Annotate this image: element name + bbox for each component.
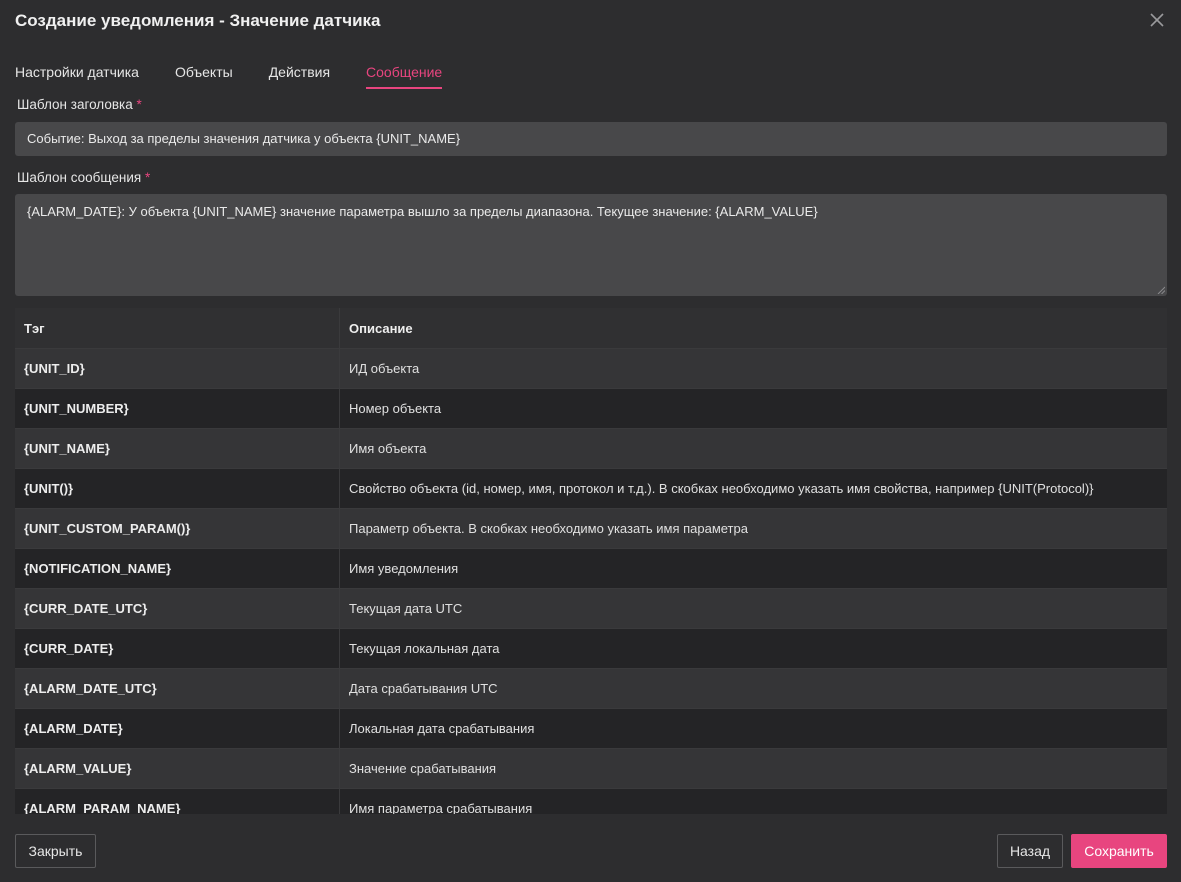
close-button[interactable]: Закрыть xyxy=(15,834,96,868)
description-cell: Значение срабатывания xyxy=(339,748,1167,789)
tag-cell: {ALARM_DATE_UTC} xyxy=(15,668,340,709)
subject-template-label: Шаблон заголовка * xyxy=(17,97,142,112)
close-icon-glyph xyxy=(1150,13,1164,27)
tag-cell: {UNIT_NAME} xyxy=(15,428,340,469)
tag-cell: {ALARM_PARAM_NAME} xyxy=(15,788,340,814)
message-template-text: {ALARM_DATE}: У объекта {UNIT_NAME} знач… xyxy=(27,204,818,219)
tag-cell: {CURR_DATE_UTC} xyxy=(15,588,340,629)
table-row[interactable]: {CURR_DATE} Текущая локальная дата xyxy=(15,628,1167,669)
message-template-label: Шаблон сообщения * xyxy=(17,170,150,185)
table-row[interactable]: {UNIT_NUMBER} Номер объекта xyxy=(15,388,1167,429)
description-cell: Свойство объекта (id, номер, имя, проток… xyxy=(339,468,1167,509)
table-row[interactable]: {CURR_DATE_UTC} Текущая дата UTC xyxy=(15,588,1167,629)
tags-table-grid: Тэг Описание {UNIT_ID} ИД объекта {UNIT_… xyxy=(15,308,1167,814)
description-cell: Номер объекта xyxy=(339,388,1167,429)
required-mark: * xyxy=(136,97,142,112)
tab-objects[interactable]: Объекты xyxy=(175,62,233,87)
table-row[interactable]: {ALARM_PARAM_NAME} Имя параметра срабаты… xyxy=(15,788,1167,814)
tag-cell: {UNIT_NUMBER} xyxy=(15,388,340,429)
tag-cell: {ALARM_VALUE} xyxy=(15,748,340,789)
table-row[interactable]: {UNIT_CUSTOM_PARAM()} Параметр объекта. … xyxy=(15,508,1167,549)
tag-cell: {CURR_DATE} xyxy=(15,628,340,669)
description-cell: Текущая дата UTC xyxy=(339,588,1167,629)
table-row[interactable]: {NOTIFICATION_NAME} Имя уведомления xyxy=(15,548,1167,589)
tag-cell: {ALARM_DATE} xyxy=(15,708,340,749)
tag-cell: {UNIT_CUSTOM_PARAM()} xyxy=(15,508,340,549)
tab-sensor-settings[interactable]: Настройки датчика xyxy=(15,62,139,87)
notification-dialog: Создание уведомления - Значение датчика … xyxy=(0,0,1181,882)
description-cell: Имя уведомления xyxy=(339,548,1167,589)
resize-grip-icon[interactable] xyxy=(1157,286,1165,294)
column-header-description: Описание xyxy=(339,308,1167,349)
subject-template-input[interactable]: Событие: Выход за пределы значения датчи… xyxy=(15,122,1167,156)
description-cell: ИД объекта xyxy=(339,348,1167,389)
table-row[interactable]: {UNIT()} Свойство объекта (id, номер, им… xyxy=(15,468,1167,509)
column-header-tag: Тэг xyxy=(15,308,340,349)
table-row[interactable]: {ALARM_VALUE} Значение срабатывания xyxy=(15,748,1167,789)
tab-actions[interactable]: Действия xyxy=(269,62,330,87)
message-template-textarea[interactable]: {ALARM_DATE}: У объекта {UNIT_NAME} знач… xyxy=(15,194,1167,296)
back-button[interactable]: Назад xyxy=(997,834,1063,868)
tags-table: Тэг Описание {UNIT_ID} ИД объекта {UNIT_… xyxy=(15,308,1167,814)
table-row[interactable]: {ALARM_DATE} Локальная дата срабатывания xyxy=(15,708,1167,749)
tab-message[interactable]: Сообщение xyxy=(366,62,443,89)
description-cell: Локальная дата срабатывания xyxy=(339,708,1167,749)
table-row[interactable]: {ALARM_DATE_UTC} Дата срабатывания UTC xyxy=(15,668,1167,709)
description-cell: Имя объекта xyxy=(339,428,1167,469)
description-cell: Дата срабатывания UTC xyxy=(339,668,1167,709)
description-cell: Параметр объекта. В скобках необходимо у… xyxy=(339,508,1167,549)
description-cell: Имя параметра срабатывания xyxy=(339,788,1167,814)
tag-cell: {NOTIFICATION_NAME} xyxy=(15,548,340,589)
description-cell: Текущая локальная дата xyxy=(339,628,1167,669)
tag-cell: {UNIT()} xyxy=(15,468,340,509)
close-icon[interactable] xyxy=(1147,10,1167,30)
tab-bar: Настройки датчика Объекты Действия Сообщ… xyxy=(15,62,478,90)
message-template-label-text: Шаблон сообщения xyxy=(17,170,142,185)
table-row[interactable]: {UNIT_ID} ИД объекта xyxy=(15,348,1167,389)
table-row[interactable]: {UNIT_NAME} Имя объекта xyxy=(15,428,1167,469)
table-header-row: Тэг Описание xyxy=(15,308,1167,349)
tag-cell: {UNIT_ID} xyxy=(15,348,340,389)
required-mark: * xyxy=(144,170,151,185)
subject-template-label-text: Шаблон заголовка xyxy=(17,97,133,112)
dialog-title: Создание уведомления - Значение датчика xyxy=(15,11,381,30)
save-button[interactable]: Сохранить xyxy=(1071,834,1167,868)
